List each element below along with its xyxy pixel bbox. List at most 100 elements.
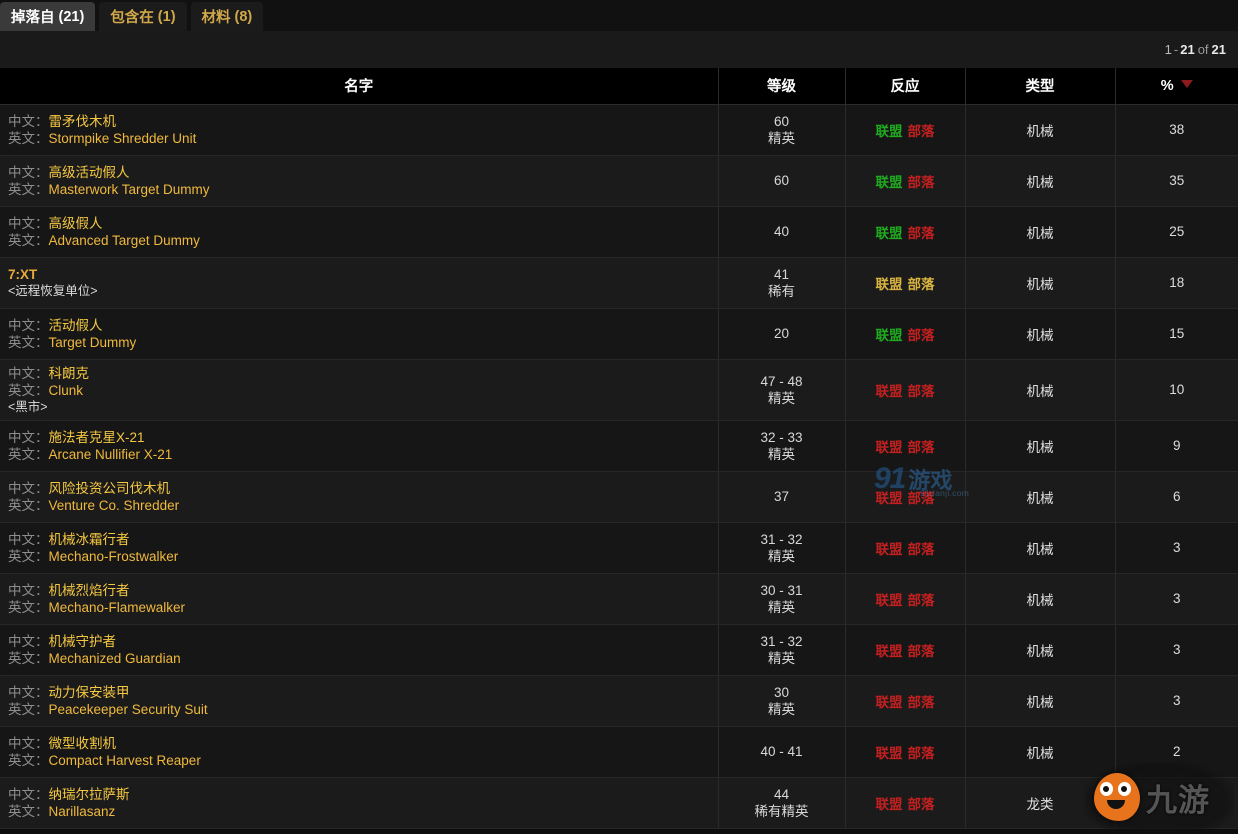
npc-name-cn[interactable]: 机械守护者 xyxy=(49,634,117,649)
tab-label: 包含在 xyxy=(110,10,154,26)
cell-reaction: 联盟 部落 xyxy=(845,359,966,421)
faction-alliance: 联盟 xyxy=(875,383,903,399)
table-row[interactable]: 中文：科朗克 英文：Clunk <黑市> 47 - 48 精英 联盟 部落 机械 10 xyxy=(0,359,1238,421)
cell-name[interactable]: 中文：动力保安装甲 英文：Peacekeeper Security Suit xyxy=(0,675,719,727)
cell-name[interactable]: 中文：风险投资公司伐木机 英文：Venture Co. Shredder xyxy=(0,471,719,523)
npc-drop-table: 名字 等级 反应 类型 % 中文：雷矛伐木机 英文：Stormpike Shred… xyxy=(0,68,1238,829)
level-value: 31 - 32 xyxy=(760,531,803,547)
npc-name-cn[interactable]: 风险投资公司伐木机 xyxy=(49,481,171,496)
label-cn: 中文： xyxy=(8,480,49,496)
column-header-type[interactable]: 类型 xyxy=(965,68,1116,105)
cell-level: 44 稀有精英 xyxy=(718,777,846,829)
cell-name[interactable]: 7:XT <远程恢复单位> xyxy=(0,257,719,309)
cell-type: 机械 xyxy=(965,420,1116,472)
npc-name-cn[interactable]: 科朗克 xyxy=(49,366,90,381)
npc-name-cn[interactable]: 动力保安装甲 xyxy=(49,685,130,700)
cell-name[interactable]: 中文：机械冰霜行者 英文：Mechano-Frostwalker xyxy=(0,522,719,574)
label-en: 英文： xyxy=(8,232,49,248)
table-row[interactable]: 中文：动力保安装甲 英文：Peacekeeper Security Suit 30 精… xyxy=(0,675,1238,727)
faction-horde: 部落 xyxy=(907,796,935,812)
cell-name[interactable]: 中文：机械烈焰行者 英文：Mechano-Flamewalker xyxy=(0,573,719,625)
label-en: 英文： xyxy=(8,130,49,146)
page-root: 掉落自 (21) 包含在 (1) 材料 (8) 1-21 of 21 名字 等级 反应 类型 … xyxy=(0,0,1238,834)
cell-name[interactable]: 中文：纳瑞尔拉萨斯 英文：Narillasanz xyxy=(0,777,719,829)
tab-2[interactable]: 材料 (8) xyxy=(190,2,264,31)
cell-name[interactable]: 中文：微型收割机 英文：Compact Harvest Reaper xyxy=(0,726,719,778)
cell-name[interactable]: 中文：活动假人 英文：Target Dummy xyxy=(0,308,719,360)
npc-name-cn[interactable]: 施法者克星X-21 xyxy=(49,430,145,445)
npc-name-cn[interactable]: 纳瑞尔拉萨斯 xyxy=(49,787,130,802)
npc-name-en[interactable]: Compact Harvest Reaper xyxy=(49,753,201,768)
npc-name-cn[interactable]: 机械烈焰行者 xyxy=(49,583,130,598)
cell-reaction: 联盟 部落 xyxy=(845,726,966,778)
npc-name-en[interactable]: Mechano-Frostwalker xyxy=(49,549,179,564)
npc-name-en[interactable]: Arcane Nullifier X-21 xyxy=(49,447,173,462)
column-header-name[interactable]: 名字 xyxy=(0,68,719,105)
npc-subtitle: <黑市> xyxy=(8,399,48,414)
tab-0[interactable]: 掉落自 (21) xyxy=(0,2,96,31)
faction-horde: 部落 xyxy=(907,174,935,190)
npc-name-cn-line: 中文：机械冰霜行者 xyxy=(8,531,718,548)
npc-name-en-line: 英文：Target Dummy xyxy=(8,334,718,351)
cell-level: 40 xyxy=(718,206,846,258)
cell-level: 31 - 32 精英 xyxy=(718,624,846,676)
pager-range-from: 1 xyxy=(1164,42,1172,57)
column-header-level[interactable]: 等级 xyxy=(718,68,846,105)
npc-name-en[interactable]: Stormpike Shredder Unit xyxy=(49,131,197,146)
npc-name-cn[interactable]: 微型收割机 xyxy=(49,736,117,751)
faction-alliance: 联盟 xyxy=(875,643,903,659)
npc-name-cn[interactable]: 活动假人 xyxy=(49,318,103,333)
faction-alliance: 联盟 xyxy=(875,123,903,139)
table-row[interactable]: 7:XT <远程恢复单位> 41 稀有 联盟 部落 机械 18 xyxy=(0,257,1238,309)
column-header-percent[interactable]: % xyxy=(1115,68,1238,105)
cell-name[interactable]: 中文：雷矛伐木机 英文：Stormpike Shredder Unit xyxy=(0,104,719,156)
table-body: 中文：雷矛伐木机 英文：Stormpike Shredder Unit 60 精英 联盟… xyxy=(0,104,1238,829)
table-row[interactable]: 中文：高级活动假人 英文：Masterwork Target Dummy 60 联盟部… xyxy=(0,155,1238,207)
tab-1[interactable]: 包含在 (1) xyxy=(99,2,187,31)
table-row[interactable]: 中文：机械烈焰行者 英文：Mechano-Flamewalker 30 - 31 精英… xyxy=(0,573,1238,625)
label-cn: 中文： xyxy=(8,215,49,231)
cell-type: 机械 xyxy=(965,359,1116,421)
level-value: 37 xyxy=(773,489,790,504)
table-row[interactable]: 中文：施法者克星X-21 英文：Arcane Nullifier X-21 32 -… xyxy=(0,420,1238,472)
npc-name-en[interactable]: Mechano-Flamewalker xyxy=(49,600,186,615)
npc-name-cn[interactable]: 高级假人 xyxy=(49,216,103,231)
cell-percent: 2 xyxy=(1115,726,1238,778)
cell-reaction: 联盟 部落 xyxy=(845,104,966,156)
npc-name-en-line: 英文：Mechanized Guardian xyxy=(8,650,718,667)
cell-reaction: 联盟 部落 xyxy=(845,573,966,625)
faction-horde: 部落 xyxy=(907,225,935,241)
cell-name[interactable]: 中文：施法者克星X-21 英文：Arcane Nullifier X-21 xyxy=(0,420,719,472)
table-row[interactable]: 中文：风险投资公司伐木机 英文：Venture Co. Shredder 37 联盟部… xyxy=(0,471,1238,523)
npc-name-en[interactable]: Target Dummy xyxy=(49,335,137,350)
cell-level: 30 精英 xyxy=(718,675,846,727)
cell-name[interactable]: 中文：机械守护者 英文：Mechanized Guardian xyxy=(0,624,719,676)
npc-name-cn-line: 中文：动力保安装甲 xyxy=(8,684,718,701)
cell-name[interactable]: 中文：高级假人 英文：Advanced Target Dummy xyxy=(0,206,719,258)
npc-name-cn[interactable]: 雷矛伐木机 xyxy=(49,114,117,129)
table-row[interactable]: 中文：机械冰霜行者 英文：Mechano-Frostwalker 31 - 32 精英… xyxy=(0,522,1238,574)
npc-name-en[interactable]: Narillasanz xyxy=(49,804,116,819)
npc-name-en[interactable]: Venture Co. Shredder xyxy=(49,498,180,513)
table-row[interactable]: 中文：高级假人 英文：Advanced Target Dummy 40 联盟 部落 机械 2… xyxy=(0,206,1238,258)
npc-name-en[interactable]: Mechanized Guardian xyxy=(49,651,181,666)
npc-name-en[interactable]: Clunk xyxy=(49,383,84,398)
npc-name-en[interactable]: Masterwork Target Dummy xyxy=(49,182,210,197)
npc-name-link[interactable]: 7:XT xyxy=(8,266,718,283)
cell-level: 40 - 41 xyxy=(718,726,846,778)
table-row[interactable]: 中文：活动假人 英文：Target Dummy 20 联盟 部落 机械 15 xyxy=(0,308,1238,360)
cell-name[interactable]: 中文：科朗克 英文：Clunk <黑市> xyxy=(0,359,719,421)
npc-name-cn[interactable]: 机械冰霜行者 xyxy=(49,532,130,547)
npc-name-en[interactable]: Advanced Target Dummy xyxy=(49,233,200,248)
table-row[interactable]: 中文：纳瑞尔拉萨斯 英文：Narillasanz 44 稀有精英 联盟 部落 龙类 xyxy=(0,777,1238,829)
cell-type: 机械 xyxy=(965,624,1116,676)
table-row[interactable]: 中文：微型收割机 英文：Compact Harvest Reaper 40 - 41… xyxy=(0,726,1238,778)
cell-name[interactable]: 中文：高级活动假人 英文：Masterwork Target Dummy xyxy=(0,155,719,207)
level-value: 20 xyxy=(773,326,790,341)
npc-name-cn[interactable]: 高级活动假人 xyxy=(49,165,130,180)
table-row[interactable]: 中文：雷矛伐木机 英文：Stormpike Shredder Unit 60 精英 联盟… xyxy=(0,104,1238,156)
table-row[interactable]: 中文：机械守护者 英文：Mechanized Guardian 31 - 32 精英 联… xyxy=(0,624,1238,676)
npc-name-en[interactable]: Peacekeeper Security Suit xyxy=(49,702,208,717)
column-header-reaction[interactable]: 反应 xyxy=(845,68,966,105)
faction-horde: 部落 xyxy=(907,327,935,343)
